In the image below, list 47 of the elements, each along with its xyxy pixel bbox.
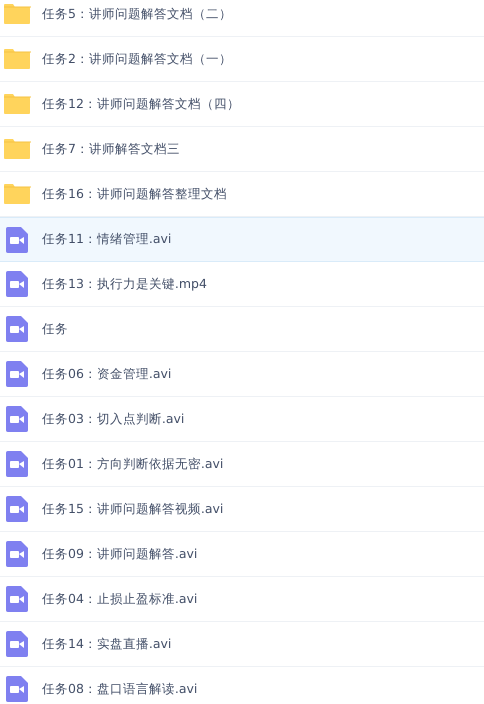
video-file-icon bbox=[6, 226, 28, 252]
file-name: 任务09：讲师问题解答.avi bbox=[42, 546, 198, 562]
file-name: 任务01：方向判断依据无密.avi bbox=[42, 456, 224, 472]
file-name: 任务2：讲师问题解答文档（一） bbox=[42, 50, 232, 68]
file-row[interactable]: 任务7：讲师解答文档三 bbox=[0, 127, 484, 172]
file-row[interactable]: 任务01：方向判断依据无密.avi bbox=[0, 442, 484, 487]
folder-icon bbox=[3, 3, 31, 25]
file-row[interactable]: 任务2：讲师问题解答文档（一） bbox=[0, 37, 484, 82]
file-row[interactable]: 任务09：讲师问题解答.avi bbox=[0, 532, 484, 577]
file-row[interactable]: 任务04：止损止盈标准.avi bbox=[0, 577, 484, 622]
file-name: 任务14：实盘直播.avi bbox=[42, 636, 172, 652]
file-row[interactable]: 任务11：情绪管理.avi bbox=[0, 217, 484, 262]
file-name: 任务04：止损止盈标准.avi bbox=[42, 590, 198, 608]
file-row[interactable]: 任务06：资金管理.avi bbox=[0, 352, 484, 397]
video-file-icon bbox=[6, 586, 28, 612]
video-file-icon bbox=[6, 451, 28, 477]
file-row[interactable]: 任务15：讲师问题解答视频.avi bbox=[0, 487, 484, 532]
folder-icon bbox=[3, 93, 31, 115]
file-name: 任务 bbox=[42, 320, 68, 338]
video-file-icon bbox=[6, 496, 28, 522]
video-file-icon bbox=[6, 406, 28, 432]
file-row[interactable]: 任务 bbox=[0, 307, 484, 352]
file-name: 任务03：切入点判断.avi bbox=[42, 410, 184, 428]
folder-icon bbox=[3, 183, 31, 205]
file-row[interactable]: 任务5：讲师问题解答文档（二） bbox=[0, 0, 484, 37]
folder-icon bbox=[3, 48, 31, 70]
file-name: 任务12：讲师问题解答文档（四） bbox=[42, 96, 240, 112]
file-name: 任务08：盘口语言解读.avi bbox=[42, 680, 198, 698]
video-file-icon bbox=[6, 361, 28, 387]
file-name: 任务13：执行力是关键.mp4 bbox=[42, 276, 207, 292]
video-file-icon bbox=[6, 631, 28, 657]
file-row[interactable]: 任务03：切入点判断.avi bbox=[0, 397, 484, 442]
file-row[interactable]: 任务13：执行力是关键.mp4 bbox=[0, 262, 484, 307]
file-name: 任务11：情绪管理.avi bbox=[42, 231, 172, 248]
video-file-icon bbox=[6, 541, 28, 567]
file-row[interactable]: 任务14：实盘直播.avi bbox=[0, 622, 484, 667]
video-file-icon bbox=[6, 676, 28, 702]
file-name: 任务15：讲师问题解答视频.avi bbox=[42, 500, 224, 518]
folder-icon bbox=[3, 138, 31, 160]
file-row[interactable]: 任务12：讲师问题解答文档（四） bbox=[0, 82, 484, 127]
file-name: 任务5：讲师问题解答文档（二） bbox=[42, 6, 232, 22]
video-file-icon bbox=[6, 271, 28, 297]
video-file-icon bbox=[6, 316, 28, 342]
file-name: 任务7：讲师解答文档三 bbox=[42, 140, 180, 158]
file-name: 任务06：资金管理.avi bbox=[42, 366, 172, 382]
file-row[interactable]: 任务08：盘口语言解读.avi bbox=[0, 667, 484, 704]
file-name: 任务16：讲师问题解答整理文档 bbox=[42, 186, 227, 202]
